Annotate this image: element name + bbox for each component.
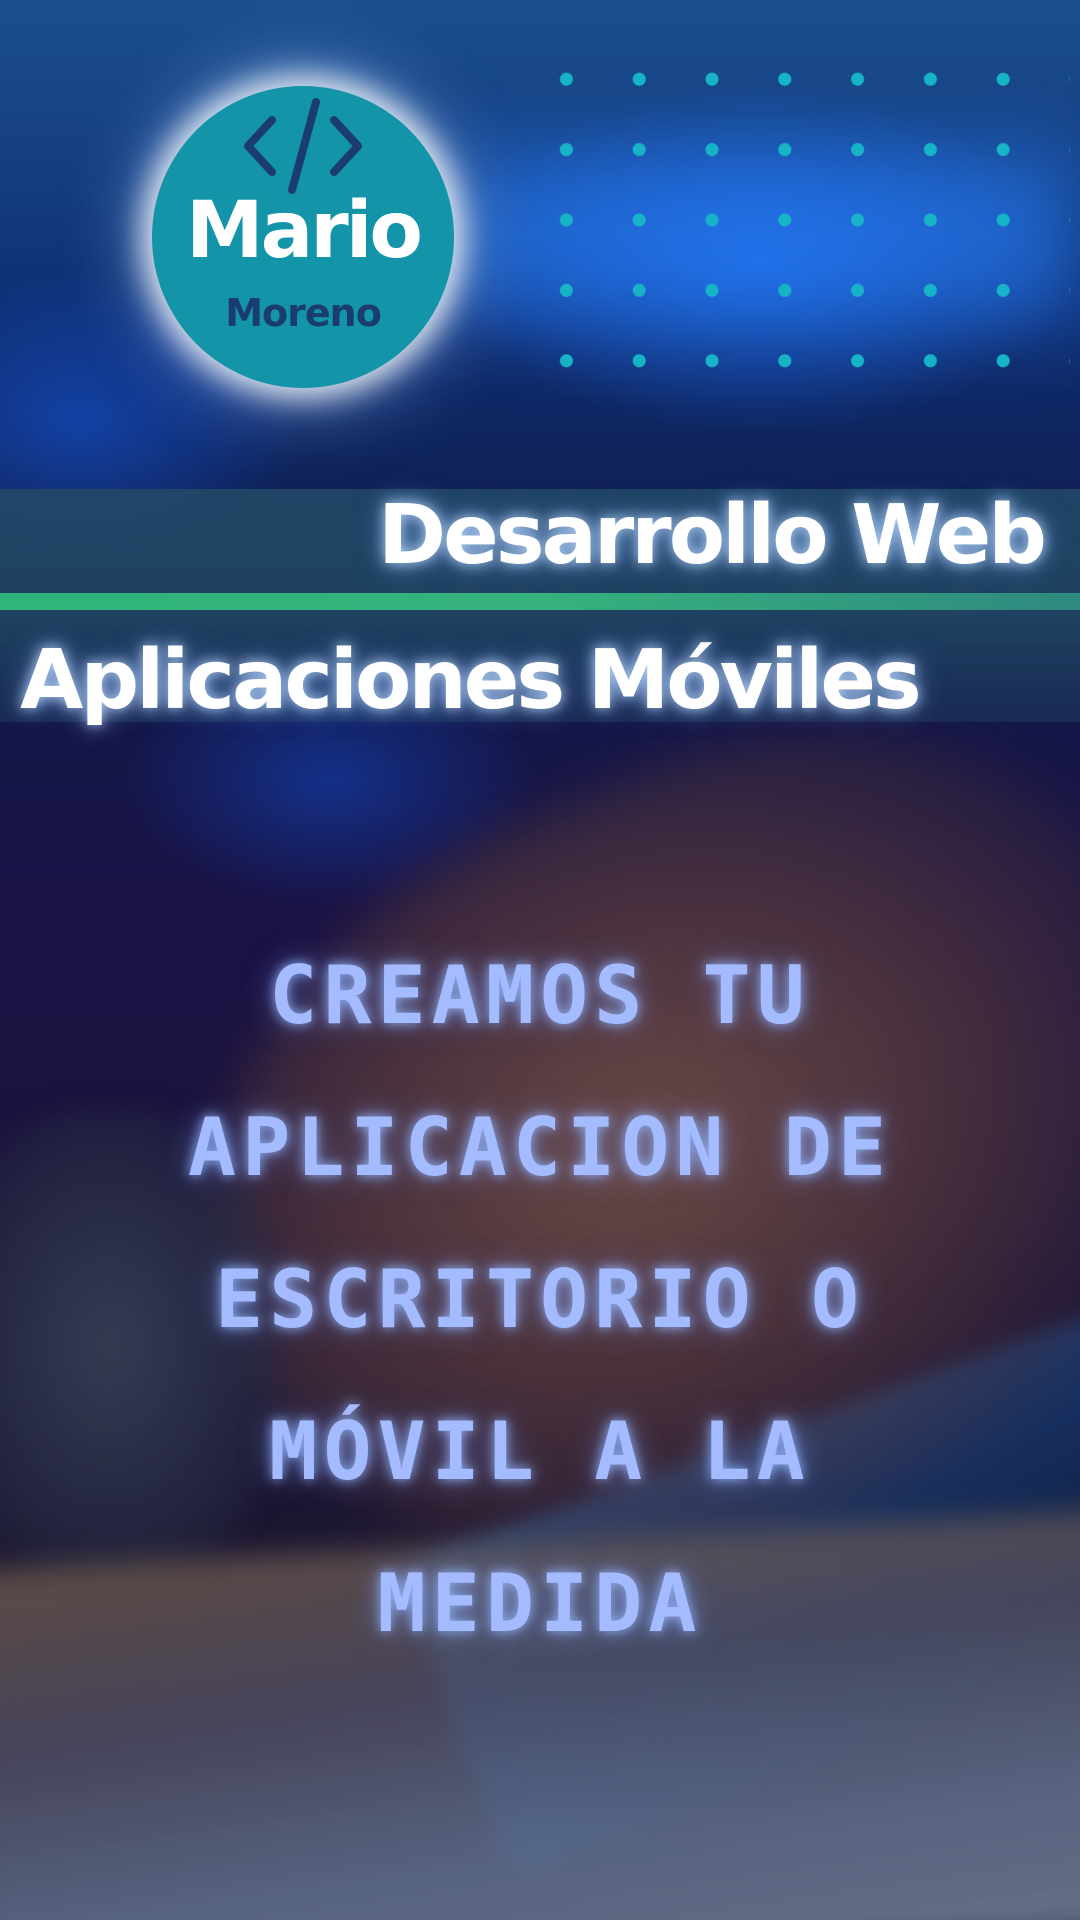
dot-grid-decoration xyxy=(530,44,1070,424)
service-band-mobile: Aplicaciones Móviles xyxy=(0,610,1080,722)
logo-name: Mario xyxy=(185,186,423,276)
headline: CREAMOS TU APLICACION DE ESCRITORIO O MÓ… xyxy=(40,920,1040,1680)
headline-line: MÓVIL A LA xyxy=(269,1405,811,1498)
headline-line: APLICACION DE xyxy=(187,1101,893,1194)
service-band-web: Desarrollo Web xyxy=(0,489,1080,593)
brand-logo: Mario Moreno xyxy=(152,86,454,388)
headline-line: CREAMOS TU xyxy=(269,949,811,1042)
service-web-label: Desarrollo Web xyxy=(378,488,1047,583)
service-mobile-label: Aplicaciones Móviles xyxy=(20,633,922,728)
code-brackets-icon xyxy=(244,98,362,194)
logo-surname: Moreno xyxy=(225,291,382,335)
headline-line: ESCRITORIO O xyxy=(215,1253,865,1346)
headline-line: MEDIDA xyxy=(377,1557,703,1650)
accent-divider xyxy=(0,593,1080,610)
